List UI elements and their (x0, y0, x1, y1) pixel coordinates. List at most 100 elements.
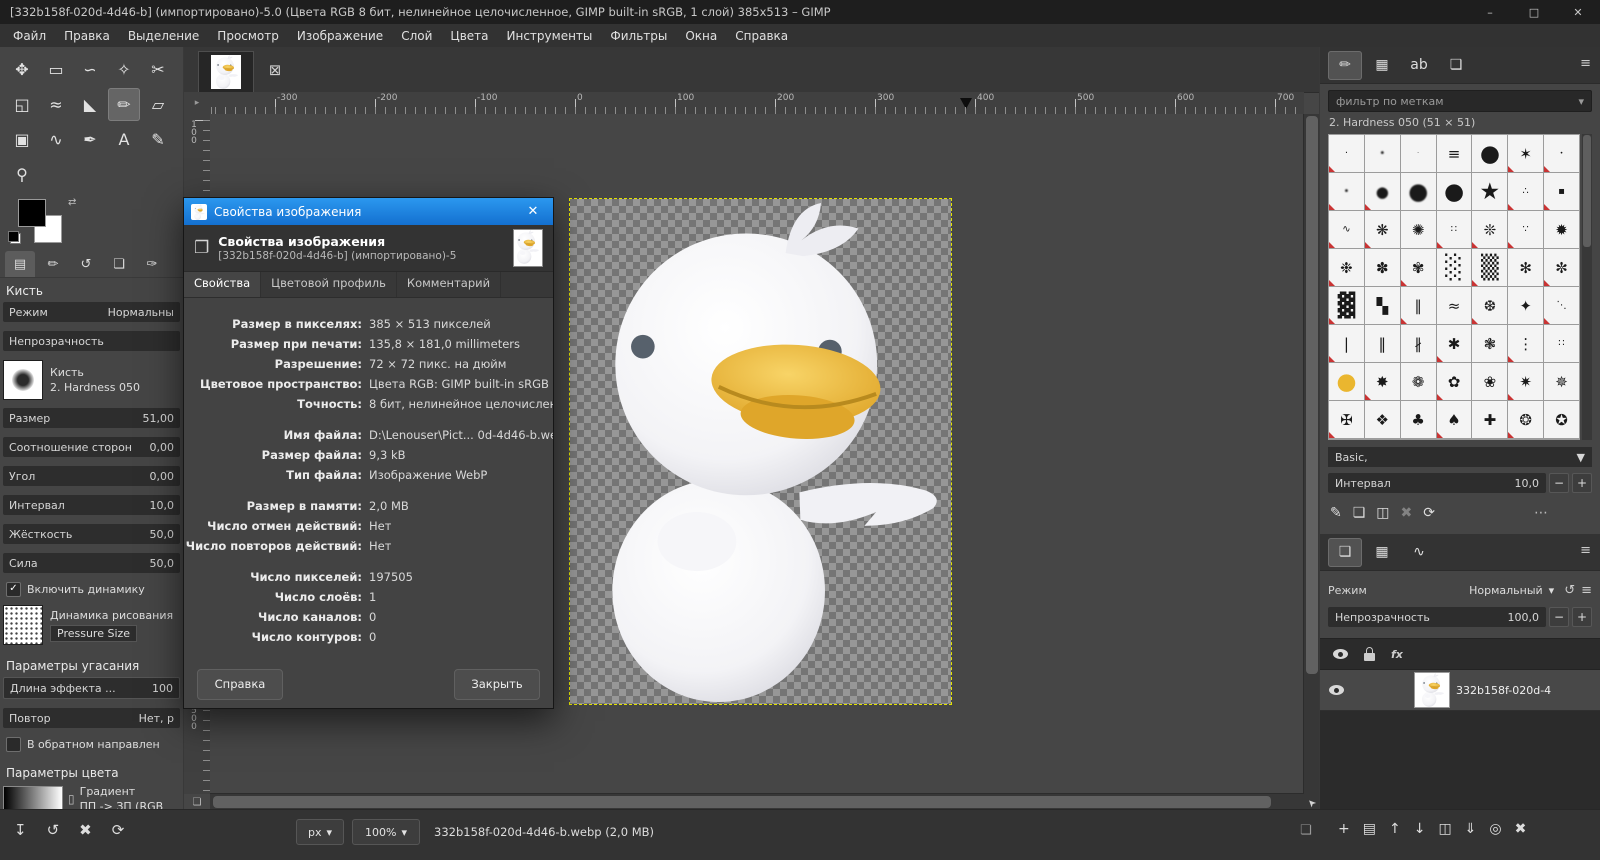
tab-undo-history[interactable]: ↺ (71, 251, 101, 277)
dialog-close-icon[interactable]: ✕ (520, 204, 546, 219)
duplicate-layer-icon[interactable]: ◫ (1438, 821, 1451, 837)
brush-item[interactable]: ✷ (1508, 363, 1543, 400)
brush-item[interactable]: ❀ (1472, 363, 1507, 400)
free-select-tool[interactable]: ∽ (74, 53, 106, 86)
menu-item[interactable]: Цвета (441, 26, 497, 46)
brush-item[interactable]: ● (1365, 173, 1400, 210)
foreground-color-swatch[interactable] (18, 199, 46, 227)
anchor-layer-icon[interactable]: ◎ (1489, 821, 1501, 837)
brush-item[interactable]: ✱ (1437, 325, 1472, 362)
tab-channels[interactable]: ▦ (1365, 538, 1399, 567)
brush-item[interactable]: ∦ (1401, 325, 1436, 362)
brush-item[interactable]: ✺ (1401, 211, 1436, 248)
brush-item[interactable]: ≡ (1437, 135, 1472, 172)
brush-item[interactable]: ∷ (1544, 325, 1579, 362)
refresh-brushes-icon[interactable]: ⟳ (1423, 505, 1435, 521)
dialog-tab[interactable]: Комментарий (397, 272, 501, 297)
brush-item[interactable]: ● (1329, 363, 1364, 400)
image-layer[interactable] (570, 199, 951, 704)
duplicate-brush-icon[interactable]: ◫ (1376, 505, 1389, 521)
tool-option-slider[interactable]: Интервал 10,0 (3, 495, 180, 515)
close-button[interactable]: Закрыть (454, 669, 540, 700)
bucket-fill-tool[interactable]: ◣ (74, 88, 106, 121)
transform-tool[interactable]: ◱ (6, 88, 38, 121)
brush-item[interactable]: ≈ (1437, 287, 1472, 324)
layer-opacity-slider[interactable]: Непрозрачность 100,0 (1328, 607, 1546, 627)
brush-item[interactable]: ❋ (1365, 211, 1400, 248)
horizontal-scrollbar-thumb[interactable] (213, 796, 1271, 808)
brush-item[interactable]: ∵ (1508, 211, 1543, 248)
spacing-increase-icon[interactable]: + (1572, 473, 1592, 493)
navigation-icon[interactable]: ❏ (189, 795, 205, 809)
menu-item[interactable]: Инструменты (498, 26, 602, 46)
tab-images[interactable]: ❏ (104, 251, 134, 277)
tab-paths[interactable]: ∿ (1402, 538, 1436, 567)
brush-item[interactable]: • (1544, 135, 1579, 172)
unit-dropdown[interactable]: px ▾ (296, 819, 344, 845)
brush-item[interactable]: · (1329, 135, 1364, 172)
smudge-tool[interactable]: ∿ (40, 123, 72, 156)
tab-layers[interactable]: ❏ (1328, 538, 1362, 567)
horizontal-ruler[interactable]: -300-200-1000100200300400500600700 (210, 92, 1304, 115)
clone-tool[interactable]: ▣ (6, 123, 38, 156)
mode-dropdown[interactable]: Режим Нормальны (3, 302, 180, 322)
dialog-tab[interactable]: Цветовой профиль (261, 272, 397, 297)
brush-item[interactable]: ❃ (1472, 325, 1507, 362)
brush-item[interactable]: ♣ (1401, 401, 1436, 438)
delete-brush-icon[interactable]: ✖ (1401, 505, 1413, 521)
brush-grid-scrollbar-thumb[interactable] (1583, 135, 1591, 247)
color-picker-tool[interactable]: ✎ (142, 123, 174, 156)
brush-item[interactable]: ✽ (1365, 249, 1400, 286)
brush-item[interactable]: · (1401, 135, 1436, 172)
brush-item[interactable]: ✠ (1329, 401, 1364, 438)
lower-layer-icon[interactable]: ↓ (1414, 821, 1426, 837)
brush-item[interactable]: ▚ (1365, 287, 1400, 324)
brush-item[interactable]: ░ (1437, 249, 1472, 286)
minimize-icon[interactable]: – (1468, 0, 1512, 24)
new-brush-icon[interactable]: ❏ (1353, 505, 1366, 521)
brush-item[interactable]: ⋮ (1508, 325, 1543, 362)
default-colors-icon[interactable] (10, 233, 21, 244)
visibility-icon[interactable] (1333, 649, 1348, 659)
tool-option-slider[interactable]: Размер 51,00 (3, 408, 180, 428)
warp-tool[interactable]: ≈ (40, 88, 72, 121)
brush-item[interactable]: ❉ (1329, 249, 1364, 286)
brush-item[interactable]: ● (1401, 173, 1436, 210)
brush-item[interactable]: ★ (1472, 173, 1507, 210)
effects-icon[interactable]: fx (1391, 648, 1403, 661)
brush-item[interactable]: ● (1472, 135, 1507, 172)
menu-item[interactable]: Слой (392, 26, 441, 46)
layer-visibility-icon[interactable] (1329, 685, 1344, 695)
opacity-increase-icon[interactable]: + (1572, 607, 1592, 627)
help-button[interactable]: Справка (197, 669, 283, 700)
brush-selector[interactable]: Кисть 2. Hardness 050 (3, 360, 180, 400)
menu-item[interactable]: Просмотр (208, 26, 288, 46)
brush-item[interactable]: ✹ (1544, 211, 1579, 248)
status-mini-icon[interactable]: ❏ (1300, 823, 1312, 838)
fuzzy-select-tool[interactable]: ✧ (108, 53, 140, 86)
dynamics-selector[interactable]: Динамика рисования Pressure Size (3, 605, 180, 645)
close-view-icon[interactable]: ⊠ (264, 59, 286, 81)
tab-tool-options[interactable]: ▤ (5, 251, 35, 277)
tab-brushes-dock[interactable]: ✑ (137, 251, 167, 277)
delete-tool-options-icon[interactable]: ✖ (79, 821, 92, 839)
reset-mode-icon[interactable]: ↺ (1564, 583, 1575, 598)
move-tool[interactable]: ✥ (6, 53, 38, 86)
spacing-slider[interactable]: Интервал 10,0 (1328, 473, 1546, 493)
brush-item[interactable]: ∥ (1401, 287, 1436, 324)
brush-item[interactable]: ▪ (1544, 173, 1579, 210)
vertical-scrollbar-thumb[interactable] (1306, 116, 1318, 674)
brush-item[interactable]: • (1365, 135, 1400, 172)
tool-option-slider[interactable]: Соотношение сторон 0,00 (3, 437, 180, 457)
delete-layer-icon[interactable]: ✖ (1515, 821, 1527, 837)
tool-option-slider[interactable]: Жёсткость 50,0 (3, 524, 180, 544)
brush-item[interactable]: ✻ (1508, 249, 1543, 286)
new-layer-icon[interactable]: + (1338, 821, 1350, 837)
brush-item[interactable]: ♠ (1437, 401, 1472, 438)
menu-item[interactable]: Выделение (119, 26, 208, 46)
brush-item[interactable]: ✪ (1544, 401, 1579, 438)
brush-item[interactable]: ❂ (1508, 401, 1543, 438)
tab-brushes[interactable]: ✏ (1328, 51, 1362, 80)
overflow-icon[interactable]: ⋯ (1534, 505, 1590, 521)
menu-item[interactable]: Справка (726, 26, 797, 46)
